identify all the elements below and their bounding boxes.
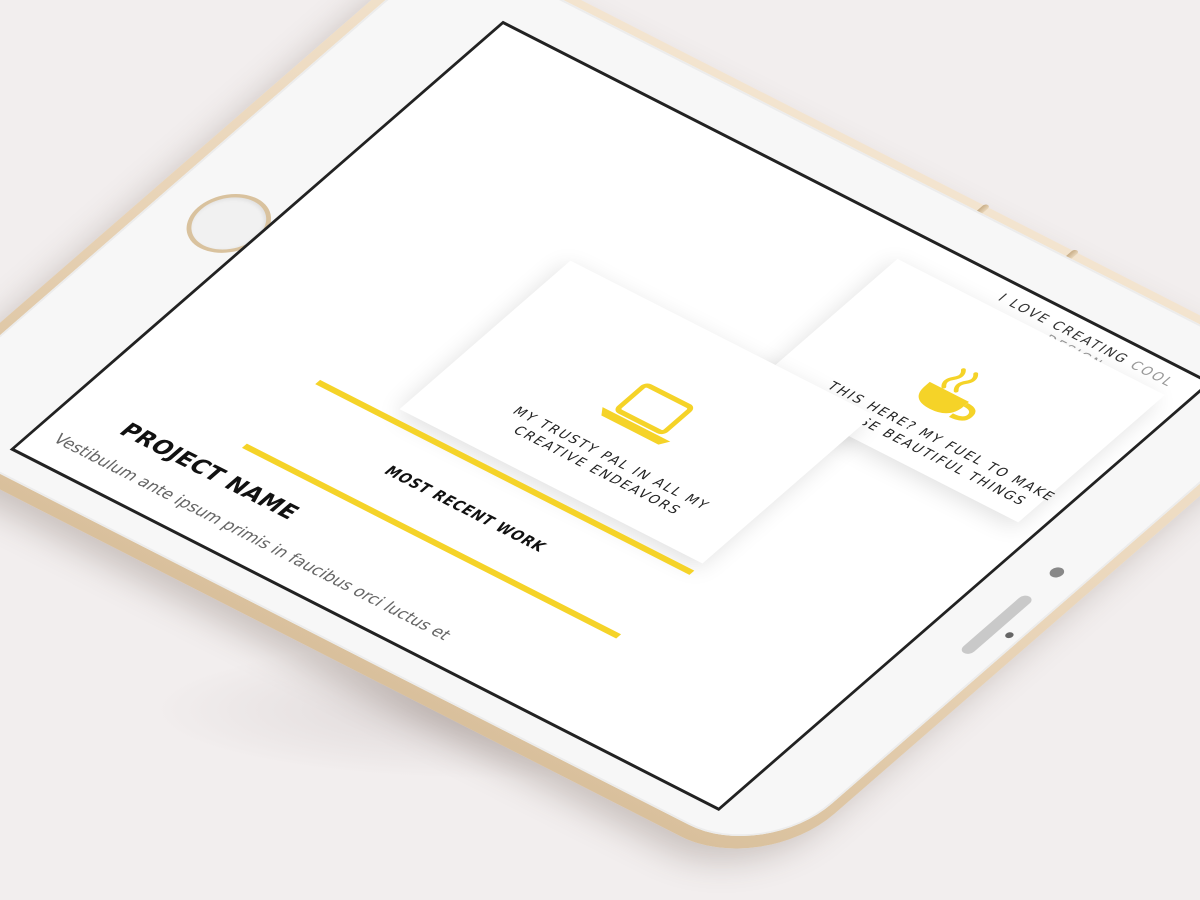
front-camera (1046, 565, 1068, 580)
section-title: Most recent work (379, 462, 551, 556)
mockup-stage: I love creating cool design I love creat… (0, 0, 1200, 900)
proximity-sensor (1003, 631, 1016, 640)
phone-device: I love creating cool design I love creat… (0, 0, 1200, 878)
